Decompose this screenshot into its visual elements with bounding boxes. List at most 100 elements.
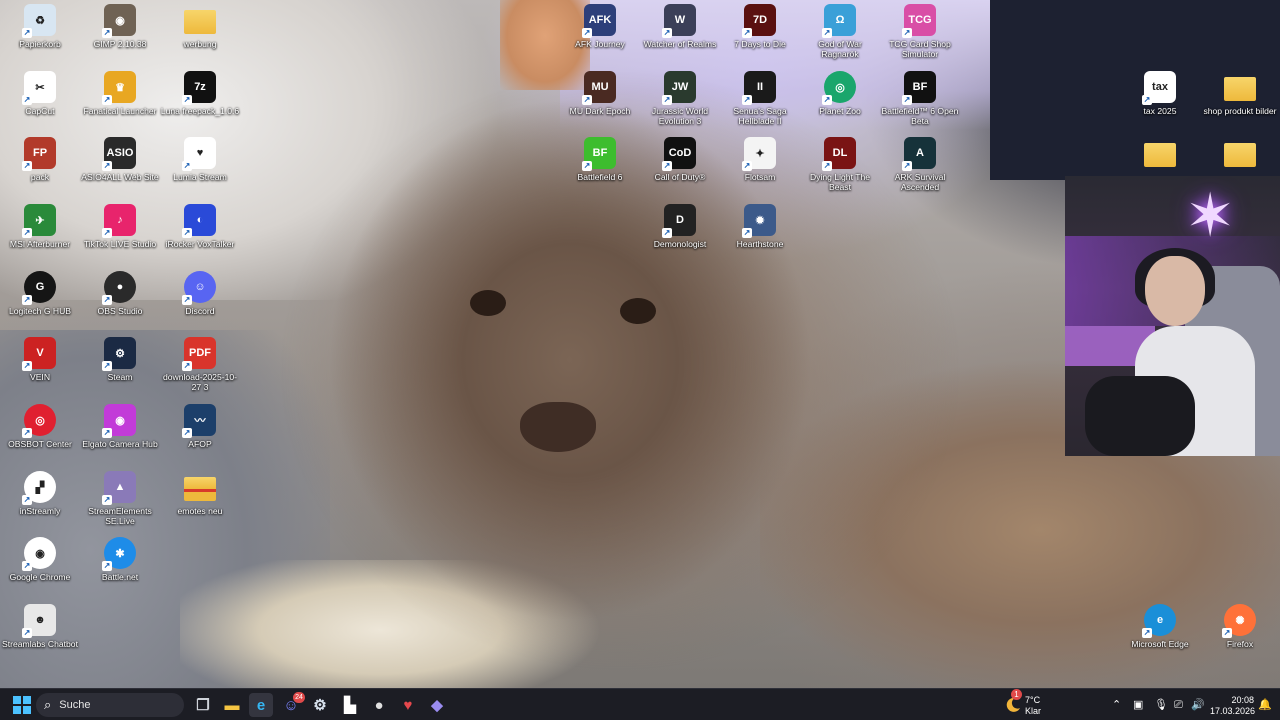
desktop-icon[interactable]: ▲ ↗ StreamElements SE.Live	[80, 471, 160, 526]
desktop-icon[interactable]: ♛ ↗ Fanatical Launcher	[80, 71, 160, 116]
taskbar-pinned-steam[interactable]: ⚙	[308, 693, 332, 717]
desktop-icon[interactable]: DL ↗ Dying Light The Beast	[800, 137, 880, 192]
desktop-icon[interactable]: ☻ ↗ Streamlabs Chatbot	[0, 604, 80, 649]
taskbar-pinned-file-explorer[interactable]: ▬	[220, 693, 244, 717]
microphone-icon[interactable]: 🎙	[1154, 699, 1168, 711]
desktop-icon[interactable]: A ↗ ARK Survival Ascended	[880, 137, 960, 192]
shortcut-arrow-icon: ↗	[102, 561, 112, 571]
desktop-icon[interactable]: ☺ ↗ Discord	[160, 271, 240, 316]
desktop-icon-label: Firefox	[1226, 639, 1254, 649]
notification-bell-icon[interactable]: 🔔	[1258, 699, 1272, 711]
desktop-icon[interactable]: TCG ↗ TCG Card Shop Simulator	[880, 4, 960, 59]
desktop-icon[interactable]: ◉ ↗ Google Chrome	[0, 537, 80, 582]
volume-icon[interactable]: 🔊	[1191, 699, 1205, 711]
taskbar-pinned-notes-app[interactable]: ▙	[338, 693, 362, 717]
desktop-icon[interactable]: CoD ↗ Call of Duty®	[640, 137, 720, 182]
shortcut-arrow-icon: ↗	[102, 495, 112, 505]
taskbar-pinned-lumia-stream[interactable]: ♥	[396, 693, 420, 717]
desktop-icon[interactable]: BF ↗ Battlefield™ 6 Open Beta	[880, 71, 960, 126]
desktop-icon[interactable]: ◎ ↗ OBSBOT Center	[0, 404, 80, 449]
desktop-icon-label: MU Dark Epoch	[569, 106, 631, 116]
shortcut-arrow-icon: ↗	[742, 228, 752, 238]
tray-app-icon[interactable]: ▣	[1133, 699, 1143, 711]
desktop-icon-label: Hearthstone	[736, 239, 784, 249]
weather-temperature[interactable]: 7°C	[1025, 695, 1040, 706]
desktop-icon[interactable]: Ω ↗ God of War Ragnarök	[800, 4, 880, 59]
taskbar-pinned-streamelements[interactable]: ◆	[425, 693, 449, 717]
desktop-icon[interactable]: emotes neu	[160, 471, 240, 516]
fanatical-icon: ♛ ↗	[102, 71, 136, 105]
desktop-icon[interactable]: shop produkt bilder	[1200, 71, 1280, 116]
taskbar-search-box[interactable]: ⌕ Suche	[36, 693, 184, 717]
streamelements-icon: ◆	[431, 697, 443, 714]
desktop-icon[interactable]: ✂ ↗ CapCut	[0, 71, 80, 116]
desktop-icon-label: Flotsam	[744, 172, 776, 182]
desktop-icon[interactable]: ♻ ↗ Papierkorb	[0, 4, 80, 49]
chevron-up-icon[interactable]: ⌃	[1112, 699, 1121, 711]
desktop-icon[interactable]: ✈ ↗ MSI Afterburner	[0, 204, 80, 249]
desktop-icon[interactable]: W ↗ Watcher of Realms	[640, 4, 720, 49]
msi-afterburner-icon: ✈ ↗	[22, 204, 56, 238]
desktop-icon[interactable]: ▞ ↗ inStreamly	[0, 471, 80, 516]
shortcut-arrow-icon: ↗	[1222, 628, 1232, 638]
desktop-icon[interactable]: G ↗ Logitech G HUB	[0, 271, 80, 316]
webcam-person-legs	[1085, 376, 1195, 456]
desktop-icon[interactable]	[1120, 137, 1200, 172]
desktop-icon[interactable]: ♪ ↗ TikTok LIVE Studio	[80, 204, 160, 249]
desktop-icon[interactable]: AFK ↗ AFK Journey	[560, 4, 640, 49]
taskbar-pinned-task-view[interactable]: ❐	[191, 693, 215, 717]
start-button[interactable]	[10, 693, 34, 717]
desktop-icon[interactable]: ✦ ↗ Flotsam	[720, 137, 800, 182]
tiktok-live-icon: ♪ ↗	[102, 204, 136, 238]
desktop-icon[interactable]: ◎ ↗ Planet Zoo	[800, 71, 880, 116]
desktop-icon[interactable]	[1200, 137, 1280, 172]
desktop-icon[interactable]: D ↗ Demonologist	[640, 204, 720, 249]
capcut-icon: ✂ ↗	[22, 71, 56, 105]
wallpaper-dog-eye-left	[470, 290, 506, 316]
firefox-icon: ✺ ↗	[1222, 604, 1256, 638]
weather-condition[interactable]: Klar	[1025, 706, 1041, 717]
desktop-icon-label: ASIO4ALL Web Site	[81, 172, 159, 182]
desktop-icon[interactable]: FP ↗ pack	[0, 137, 80, 182]
shortcut-arrow-icon: ↗	[22, 361, 32, 371]
desktop-icon[interactable]: ✱ ↗ Battle.net	[80, 537, 160, 582]
desktop-icon[interactable]: ♥ ↗ Lumia Stream	[160, 137, 240, 182]
obs-studio-icon: ● ↗	[102, 271, 136, 305]
desktop-icon[interactable]: ◉ ↗ Elgato Camera Hub	[80, 404, 160, 449]
desktop-icon[interactable]: ⚙ ↗ Steam	[80, 337, 160, 382]
desktop-icon[interactable]: PDF ↗ download-2025-10-27 3	[160, 337, 240, 392]
desktop-icon[interactable]: ASIO ↗ ASIO4ALL Web Site	[80, 137, 160, 182]
desktop-icon[interactable]: e ↗ Microsoft Edge	[1120, 604, 1200, 649]
folder-icon	[1144, 143, 1176, 167]
desktop-icon[interactable]: II ↗ Senua's Saga Hellblade II	[720, 71, 800, 126]
desktop-icon[interactable]: tax ↗ tax 2025	[1120, 71, 1200, 116]
taskbar-pinned-obs-studio[interactable]: ●	[367, 693, 391, 717]
desktop-icon[interactable]: MU ↗ MU Dark Epoch	[560, 71, 640, 116]
network-icon[interactable]: ⎚	[1174, 699, 1183, 711]
desktop-icon[interactable]: 7z ↗ Luna freepack_1.0.6	[160, 71, 240, 116]
clock-date[interactable]: 17.03.2026	[1210, 706, 1255, 717]
desktop-icon[interactable]: ● ↗ OBS Studio	[80, 271, 160, 316]
desktop-icon[interactable]: 〰 ↗ AFOP	[160, 404, 240, 449]
desktop-icon-label: TikTok LIVE Studio	[83, 239, 157, 249]
desktop-icon[interactable]: JW ↗ Jurassic World Evolution 3	[640, 71, 720, 126]
shortcut-arrow-icon: ↗	[582, 161, 592, 171]
tax-app-icon: tax ↗	[1142, 71, 1176, 105]
shortcut-arrow-icon: ↗	[1142, 95, 1152, 105]
taskbar-pinned-edge[interactable]: e	[249, 693, 273, 717]
desktop-icon[interactable]: werbung	[160, 4, 240, 49]
desktop-icon[interactable]: ◉ ↗ GIMP 2.10.38	[80, 4, 160, 49]
desktop-icon[interactable]: ✺ ↗ Firefox	[1200, 604, 1280, 649]
search-icon: ⌕	[44, 697, 52, 712]
desktop-icon[interactable]: ◐ ↗ iRocker VoxTalker	[160, 204, 240, 249]
clock-time[interactable]: 20:08	[1218, 695, 1254, 706]
weather-widget-icon[interactable]: 1	[1003, 689, 1023, 717]
taskbar-pinned-discord[interactable]: ☺ 24	[279, 692, 305, 717]
desktop-icon[interactable]: ✹ ↗ Hearthstone	[720, 204, 800, 249]
desktop-icon[interactable]: 7D ↗ 7 Days to Die	[720, 4, 800, 49]
wallpaper-dog-eye-right	[620, 298, 656, 324]
desktop-icon[interactable]: V ↗ VEIN	[0, 337, 80, 382]
jurassic-world-icon: JW ↗	[662, 71, 696, 105]
desktop-icon-label: GIMP 2.10.38	[93, 39, 147, 49]
desktop-icon[interactable]: BF ↗ Battlefield 6	[560, 137, 640, 182]
